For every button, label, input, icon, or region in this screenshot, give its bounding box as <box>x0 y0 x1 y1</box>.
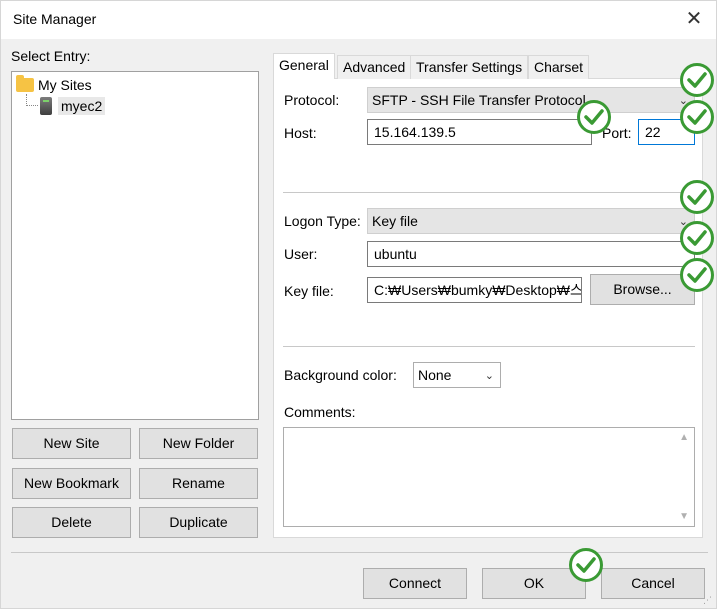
separator <box>11 552 708 553</box>
tree-item-label: myec2 <box>58 97 106 115</box>
background-color-value: None <box>418 367 452 383</box>
scroll-down-icon[interactable]: ▼ <box>679 511 689 522</box>
background-color-select[interactable]: None ⌄ <box>413 362 501 388</box>
logon-type-label: Logon Type: <box>284 213 361 229</box>
tree-connector <box>26 105 38 106</box>
tab-advanced[interactable]: Advanced <box>337 55 412 79</box>
duplicate-button[interactable]: Duplicate <box>139 507 258 538</box>
close-icon[interactable]: ✕ <box>682 7 706 31</box>
separator <box>283 346 695 347</box>
select-entry-label: Select Entry: <box>11 48 91 64</box>
comments-label: Comments: <box>284 404 356 420</box>
checkmark-icon <box>680 63 714 97</box>
checkmark-icon <box>680 221 714 255</box>
host-label: Host: <box>284 125 317 141</box>
server-icon <box>40 97 52 115</box>
logon-type-value: Key file <box>372 213 418 229</box>
user-label: User: <box>284 246 318 262</box>
new-bookmark-button[interactable]: New Bookmark <box>12 468 131 499</box>
background-color-label: Background color: <box>284 367 397 383</box>
title-bar: Site Manager ✕ <box>1 1 716 39</box>
tree-item-label: My Sites <box>38 77 92 93</box>
tab-charset[interactable]: Charset <box>528 55 590 79</box>
site-tree[interactable]: My Sites myec2 <box>11 71 259 420</box>
tree-item-myec2[interactable]: myec2 <box>40 95 106 117</box>
resize-grip-icon[interactable]: ⋰ <box>703 595 713 605</box>
comments-textarea[interactable]: ▲ ▼ <box>283 427 695 527</box>
protocol-select[interactable]: SFTP - SSH File Transfer Protocol ⌄ <box>367 87 695 113</box>
key-file-label: Key file: <box>284 283 334 299</box>
tab-transfer-settings[interactable]: Transfer Settings <box>410 55 529 79</box>
new-folder-button[interactable]: New Folder <box>139 428 258 459</box>
logon-type-select[interactable]: Key file ⌄ <box>367 208 695 234</box>
tree-item-my-sites[interactable]: My Sites <box>16 75 92 95</box>
user-input[interactable]: ubuntu <box>367 241 695 267</box>
checkmark-icon <box>680 100 714 134</box>
host-input[interactable]: 15.164.139.5 <box>367 119 592 145</box>
chevron-down-icon: ⌄ <box>484 370 494 382</box>
folder-icon <box>16 75 34 92</box>
window-title: Site Manager <box>13 11 97 27</box>
rename-button[interactable]: Rename <box>139 468 258 499</box>
connect-button[interactable]: Connect <box>363 568 467 599</box>
checkmark-icon <box>577 100 611 134</box>
delete-button[interactable]: Delete <box>12 507 131 538</box>
tab-general[interactable]: General <box>273 53 335 79</box>
protocol-label: Protocol: <box>284 92 340 108</box>
new-site-button[interactable]: New Site <box>12 428 131 459</box>
separator <box>283 192 695 193</box>
protocol-value: SFTP - SSH File Transfer Protocol <box>372 92 586 108</box>
checkmark-icon <box>569 548 603 582</box>
cancel-button[interactable]: Cancel <box>601 568 705 599</box>
scroll-up-icon[interactable]: ▲ <box>679 432 689 443</box>
site-manager-window: Site Manager ✕ Select Entry: My Sites my… <box>0 0 717 609</box>
checkmark-icon <box>680 180 714 214</box>
key-file-input[interactable]: C:₩Users₩bumky₩Desktop₩스이 <box>367 277 582 303</box>
browse-button[interactable]: Browse... <box>590 274 695 305</box>
checkmark-icon <box>680 258 714 292</box>
